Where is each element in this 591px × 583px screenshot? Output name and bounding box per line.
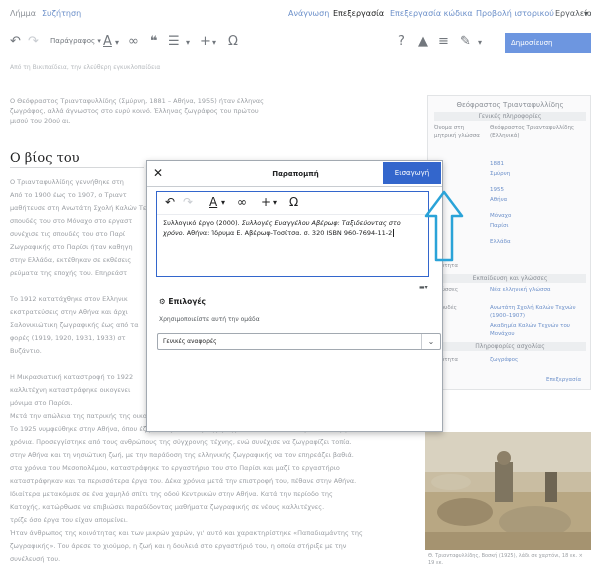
article-line: Κατοχής, κατώρθωσε να επιβιώσει παραδίδο… xyxy=(10,503,325,511)
infobox-languages-value[interactable]: Νέα ελληνική γλώσσα xyxy=(490,286,586,294)
tab-article[interactable]: Λήμμα xyxy=(10,9,36,18)
pencil-icon[interactable]: ✎ xyxy=(460,34,471,49)
reference-group-value: Γενικές αναφορές xyxy=(163,338,217,345)
tab-talk[interactable]: Συζήτηση xyxy=(42,9,81,18)
text-style-icon[interactable]: A xyxy=(103,34,112,49)
resize-handle-icon[interactable]: ▬▾ xyxy=(419,284,428,291)
citation-editor[interactable]: ↶ ↷ A ▾ ∞ + ▾ Ω Συλλογικό έργο (2000). Σ… xyxy=(156,191,429,277)
redo-icon[interactable]: ↷ xyxy=(28,34,39,49)
page-tabs: Λήμμα Συζήτηση Ανάγνωση Επεξεργασία Επεξ… xyxy=(0,0,591,22)
chevron-down-icon[interactable]: ▾ xyxy=(186,38,190,47)
painting-caption: Θ. Τριανταφυλλίδης, Βοσκή (1925), λάδι σ… xyxy=(428,553,583,566)
article-line: ζωγραφικής». Του άρεσε το χιούμορ, η ζωή… xyxy=(10,542,347,550)
chevron-down-icon[interactable]: ⌄ xyxy=(421,334,440,349)
list-icon[interactable]: ☰ xyxy=(168,34,180,49)
group-hint: Χρησιμοποιείστε αυτή την ομάδα xyxy=(159,316,260,323)
article-intro: Ο Θεόφραστος Τριανταφυλλίδης (Σμύρνη, 18… xyxy=(10,96,425,126)
section-heading: Ο βίος του xyxy=(10,151,80,166)
citation-editor-toolbar: ↶ ↷ A ▾ ∞ + ▾ Ω xyxy=(157,192,428,215)
article-line: χρόνια. Προσεγγίστηκε από τους ανθρώπους… xyxy=(10,438,352,446)
options-heading: ⚙ Επιλογές xyxy=(159,297,206,306)
infobox-studies-value[interactable]: Ανωτάτη Σχολή Καλών Τεχνών (1900–1907) xyxy=(490,304,586,320)
tab-read[interactable]: Ανάγνωση xyxy=(288,9,329,18)
undo-icon[interactable]: ↶ xyxy=(10,34,21,49)
infobox-value[interactable]: Παρίσι xyxy=(490,222,508,230)
infobox-edit-link[interactable]: Επεξεργασία xyxy=(546,376,581,384)
redo-icon[interactable]: ↷ xyxy=(183,195,193,209)
undo-icon[interactable]: ↶ xyxy=(165,195,175,209)
painting-image xyxy=(425,432,591,550)
chevron-down-icon[interactable]: ▾ xyxy=(115,38,119,47)
infobox-section-education: Εκπαίδευση και γλώσσες xyxy=(434,274,586,283)
article-line: Ιδιαίτερα μετακόμισε σε ένα χαμηλό σπίτι… xyxy=(10,490,333,498)
insert-icon[interactable]: + xyxy=(200,34,211,49)
options-label: Επιλογές xyxy=(168,297,206,306)
tab-edit-source[interactable]: Επεξεργασία κώδικα xyxy=(390,9,473,18)
reference-group-select[interactable]: Γενικές αναφορές ⌄ xyxy=(157,333,441,350)
infobox-title: Θεόφραστος Τριανταφυλλίδης xyxy=(456,101,564,109)
infobox-value[interactable]: 1955 xyxy=(490,186,504,194)
insert-button[interactable]: Εισαγωγή xyxy=(383,162,441,184)
annotation-arrow-icon xyxy=(424,190,464,262)
article-line: συνέλευσή του. xyxy=(10,555,61,563)
chevron-down-icon[interactable]: ▾ xyxy=(478,38,482,47)
site-subtitle: Από τη Βικιπαίδεια, την ελεύθερη εγκυκλο… xyxy=(10,64,161,71)
infobox-studies-value-2[interactable]: Ακαδημία Καλών Τεχνών του Μονάχου xyxy=(490,322,586,338)
dialog-header-divider xyxy=(147,186,442,187)
publish-button[interactable]: Δημοσίευση αλλαγών... xyxy=(505,33,591,67)
infobox-value[interactable]: Μόναχο xyxy=(490,212,511,220)
chevron-down-icon[interactable]: ▾ xyxy=(584,9,588,18)
infobox-value[interactable]: Αθήνα xyxy=(490,196,507,204)
citation-text-part1: Συλλογικό έργο (2000). xyxy=(163,219,242,227)
help-icon[interactable]: ? xyxy=(398,34,405,49)
infobox-value[interactable]: 1881 xyxy=(490,160,504,168)
page-options-icon[interactable]: ≡ xyxy=(438,34,449,49)
citation-dialog: ✕ Παραπομπή Εισαγωγή ↶ ↷ A ▾ ∞ + ▾ Ω Συλ… xyxy=(146,160,443,432)
infobox-job-value[interactable]: ζωγράφος xyxy=(490,356,518,364)
chevron-down-icon[interactable]: ▾ xyxy=(273,198,277,207)
chevron-down-icon[interactable]: ▾ xyxy=(221,198,225,207)
article-line: τρίζε όσο έργα του είχαν απομείνει. xyxy=(10,516,128,524)
tab-edit[interactable]: Επεξεργασία xyxy=(333,9,384,18)
special-character-icon[interactable]: Ω xyxy=(289,195,298,209)
text-cursor: ​ xyxy=(393,229,395,237)
intro-paragraph: Ο Θεόφραστος Τριανταφυλλίδης (Σμύρνη, 18… xyxy=(10,97,264,125)
citation-text-part2: . Αθήνα: Ίδρυμα Ε. Αβέρωφ-Τοσίτσα. σ. 32… xyxy=(182,229,393,237)
cite-icon[interactable]: ❝ xyxy=(150,34,158,49)
infobox-section-career: Πληροφορίες ασχολίας xyxy=(434,342,586,351)
infobox-section-general: Γενικές πληροφορίες xyxy=(434,112,586,121)
article-line: καταστράφηκαν και τα περισσότερα έργα το… xyxy=(10,477,357,485)
infobox-native-name-label: Όνομα στη μητρική γλώσσα xyxy=(434,125,480,139)
citation-text[interactable]: Συλλογικό έργο (2000). Συλλογές Ευαγγέλο… xyxy=(163,218,421,238)
paragraph-format-dropdown[interactable]: Παράγραφος ▾ xyxy=(50,37,101,45)
chevron-down-icon[interactable]: ▾ xyxy=(212,38,216,47)
link-icon[interactable]: ∞ xyxy=(128,34,139,49)
warning-icon[interactable]: ▲ xyxy=(418,34,428,49)
visual-editor-toolbar: ↶ ↷ Παράγραφος ▾ A ▾ ∞ ❝ ☰ ▾ + ▾ Ω ? ▲ ≡… xyxy=(0,30,591,67)
article-line: στα χρόνια του Μεσοπολέμου, καταστράφηκε… xyxy=(10,464,340,472)
infobox-native-name-value: Θεόφραστος Τριανταφυλλίδης (Ελληνικά) xyxy=(490,125,575,139)
link-icon[interactable]: ∞ xyxy=(237,195,247,209)
text-style-icon[interactable]: A xyxy=(209,195,217,209)
infobox-value[interactable]: Ελλάδα xyxy=(490,238,511,246)
special-character-icon[interactable]: Ω xyxy=(228,34,238,49)
gear-icon: ⚙ xyxy=(159,297,166,306)
article-line: στην Αθήνα και τη νησιώτικη ζωή, με την … xyxy=(10,451,354,459)
infobox-value[interactable]: Σμύρνη xyxy=(490,170,510,178)
tab-history[interactable]: Προβολή ιστορικού xyxy=(476,9,554,18)
paragraph-format-label: Παράγραφος xyxy=(50,37,96,45)
article-line: Ήταν άνθρωπος της κοινότητας και των μικ… xyxy=(10,529,363,537)
insert-icon[interactable]: + xyxy=(261,195,271,209)
heading-divider xyxy=(10,167,144,168)
